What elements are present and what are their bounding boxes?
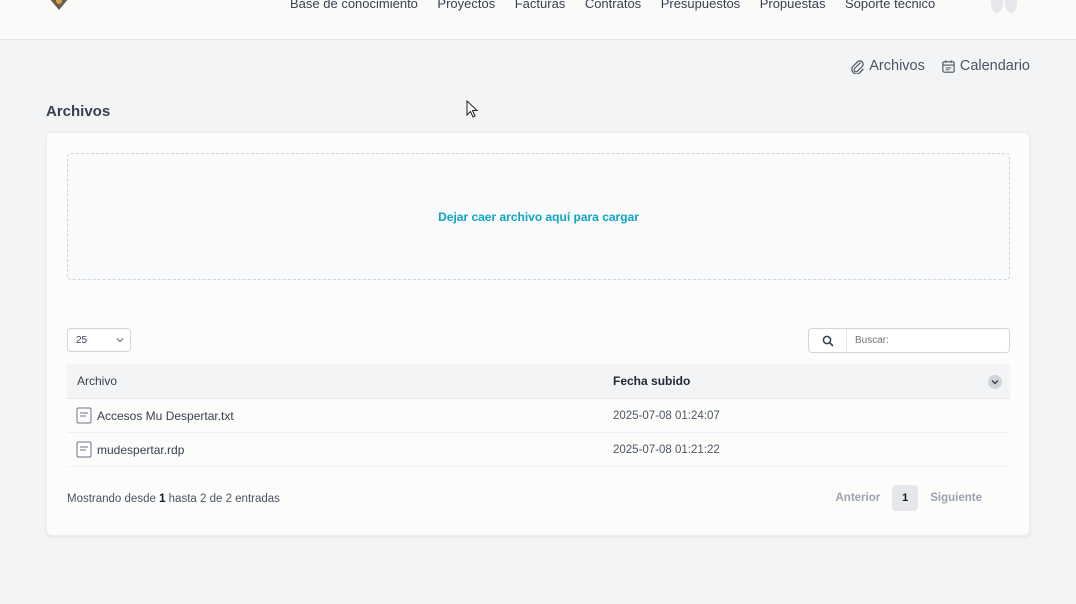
paperclip-icon xyxy=(851,59,864,74)
table-header: Archivo Fecha subido xyxy=(67,364,1010,399)
file-link[interactable]: Accesos Mu Despertar.txt xyxy=(67,407,603,424)
file-text-icon xyxy=(76,407,92,424)
sort-icon[interactable] xyxy=(988,375,1002,389)
files-table: Archivo Fecha subido Accesos Mu Desperta… xyxy=(67,364,1010,467)
file-text-icon xyxy=(76,441,92,458)
top-actions: Archivos Calendario xyxy=(850,58,1030,74)
files-link-label: Archivos xyxy=(869,58,925,74)
nav-item-projects[interactable]: Proyectos xyxy=(437,0,495,11)
search-box xyxy=(808,328,1010,353)
file-dropzone[interactable]: Dejar caer archivo aquí para cargar xyxy=(67,153,1010,280)
chevron-down-icon xyxy=(991,380,999,385)
nav-item-support[interactable]: Soporte técnico xyxy=(845,0,935,11)
nav-item-proposals[interactable]: Propuestas xyxy=(760,0,826,11)
column-header-date[interactable]: Fecha subido xyxy=(603,364,1010,398)
pagination: Anterior 1 Siguiente xyxy=(836,485,982,511)
file-date: 2025-07-08 01:24:07 xyxy=(613,409,720,422)
search-button[interactable] xyxy=(809,329,847,352)
next-page-button[interactable]: Siguiente xyxy=(930,492,982,504)
file-date: 2025-07-08 01:21:22 xyxy=(613,443,720,456)
prev-page-button[interactable]: Anterior xyxy=(836,492,881,504)
search-icon xyxy=(822,335,834,347)
table-row: Accesos Mu Despertar.txt 2025-07-08 01:2… xyxy=(67,399,1010,433)
files-link[interactable]: Archivos xyxy=(850,58,925,74)
nav-item-invoices[interactable]: Facturas xyxy=(515,0,566,11)
logo-icon[interactable] xyxy=(46,0,72,14)
page-length-value: 25 xyxy=(76,334,88,346)
avatar[interactable] xyxy=(989,0,1019,14)
nav-item-estimates[interactable]: Presupuestos xyxy=(661,0,741,11)
nav-item-contracts[interactable]: Contratos xyxy=(585,0,641,11)
nav-item-knowledge-base[interactable]: Base de conocimiento xyxy=(290,0,418,11)
file-name: mudespertar.rdp xyxy=(97,442,185,457)
file-name: Accesos Mu Despertar.txt xyxy=(97,408,234,423)
search-input[interactable] xyxy=(847,335,997,346)
table-info: Mostrando desde 1 hasta 2 de 2 entradas xyxy=(67,493,280,505)
top-navbar: Base de conocimiento Proyectos Facturas … xyxy=(0,0,1076,40)
info-rest: hasta 2 de 2 entradas xyxy=(165,493,280,505)
files-panel: Dejar caer archivo aquí para cargar 25 A… xyxy=(46,132,1030,536)
info-prefix: Mostrando desde xyxy=(67,493,160,505)
dropzone-text: Dejar caer archivo aquí para cargar xyxy=(438,209,639,224)
column-header-date-label: Fecha subido xyxy=(613,374,691,388)
chevron-down-icon xyxy=(116,338,124,343)
calendar-link-label: Calendario xyxy=(959,58,1030,74)
calendar-icon xyxy=(942,59,955,73)
table-row: mudespertar.rdp 2025-07-08 01:21:22 xyxy=(67,433,1010,467)
mouse-cursor-icon xyxy=(466,100,479,118)
calendar-link[interactable]: Calendario xyxy=(941,58,1030,74)
page-button-current[interactable]: 1 xyxy=(892,485,919,511)
nav-links: Base de conocimiento Proyectos Facturas … xyxy=(290,0,955,11)
file-link[interactable]: mudespertar.rdp xyxy=(67,441,603,458)
page-length-select[interactable]: 25 xyxy=(67,328,131,352)
page-title: Archivos xyxy=(46,103,111,120)
column-header-file[interactable]: Archivo xyxy=(67,374,603,388)
